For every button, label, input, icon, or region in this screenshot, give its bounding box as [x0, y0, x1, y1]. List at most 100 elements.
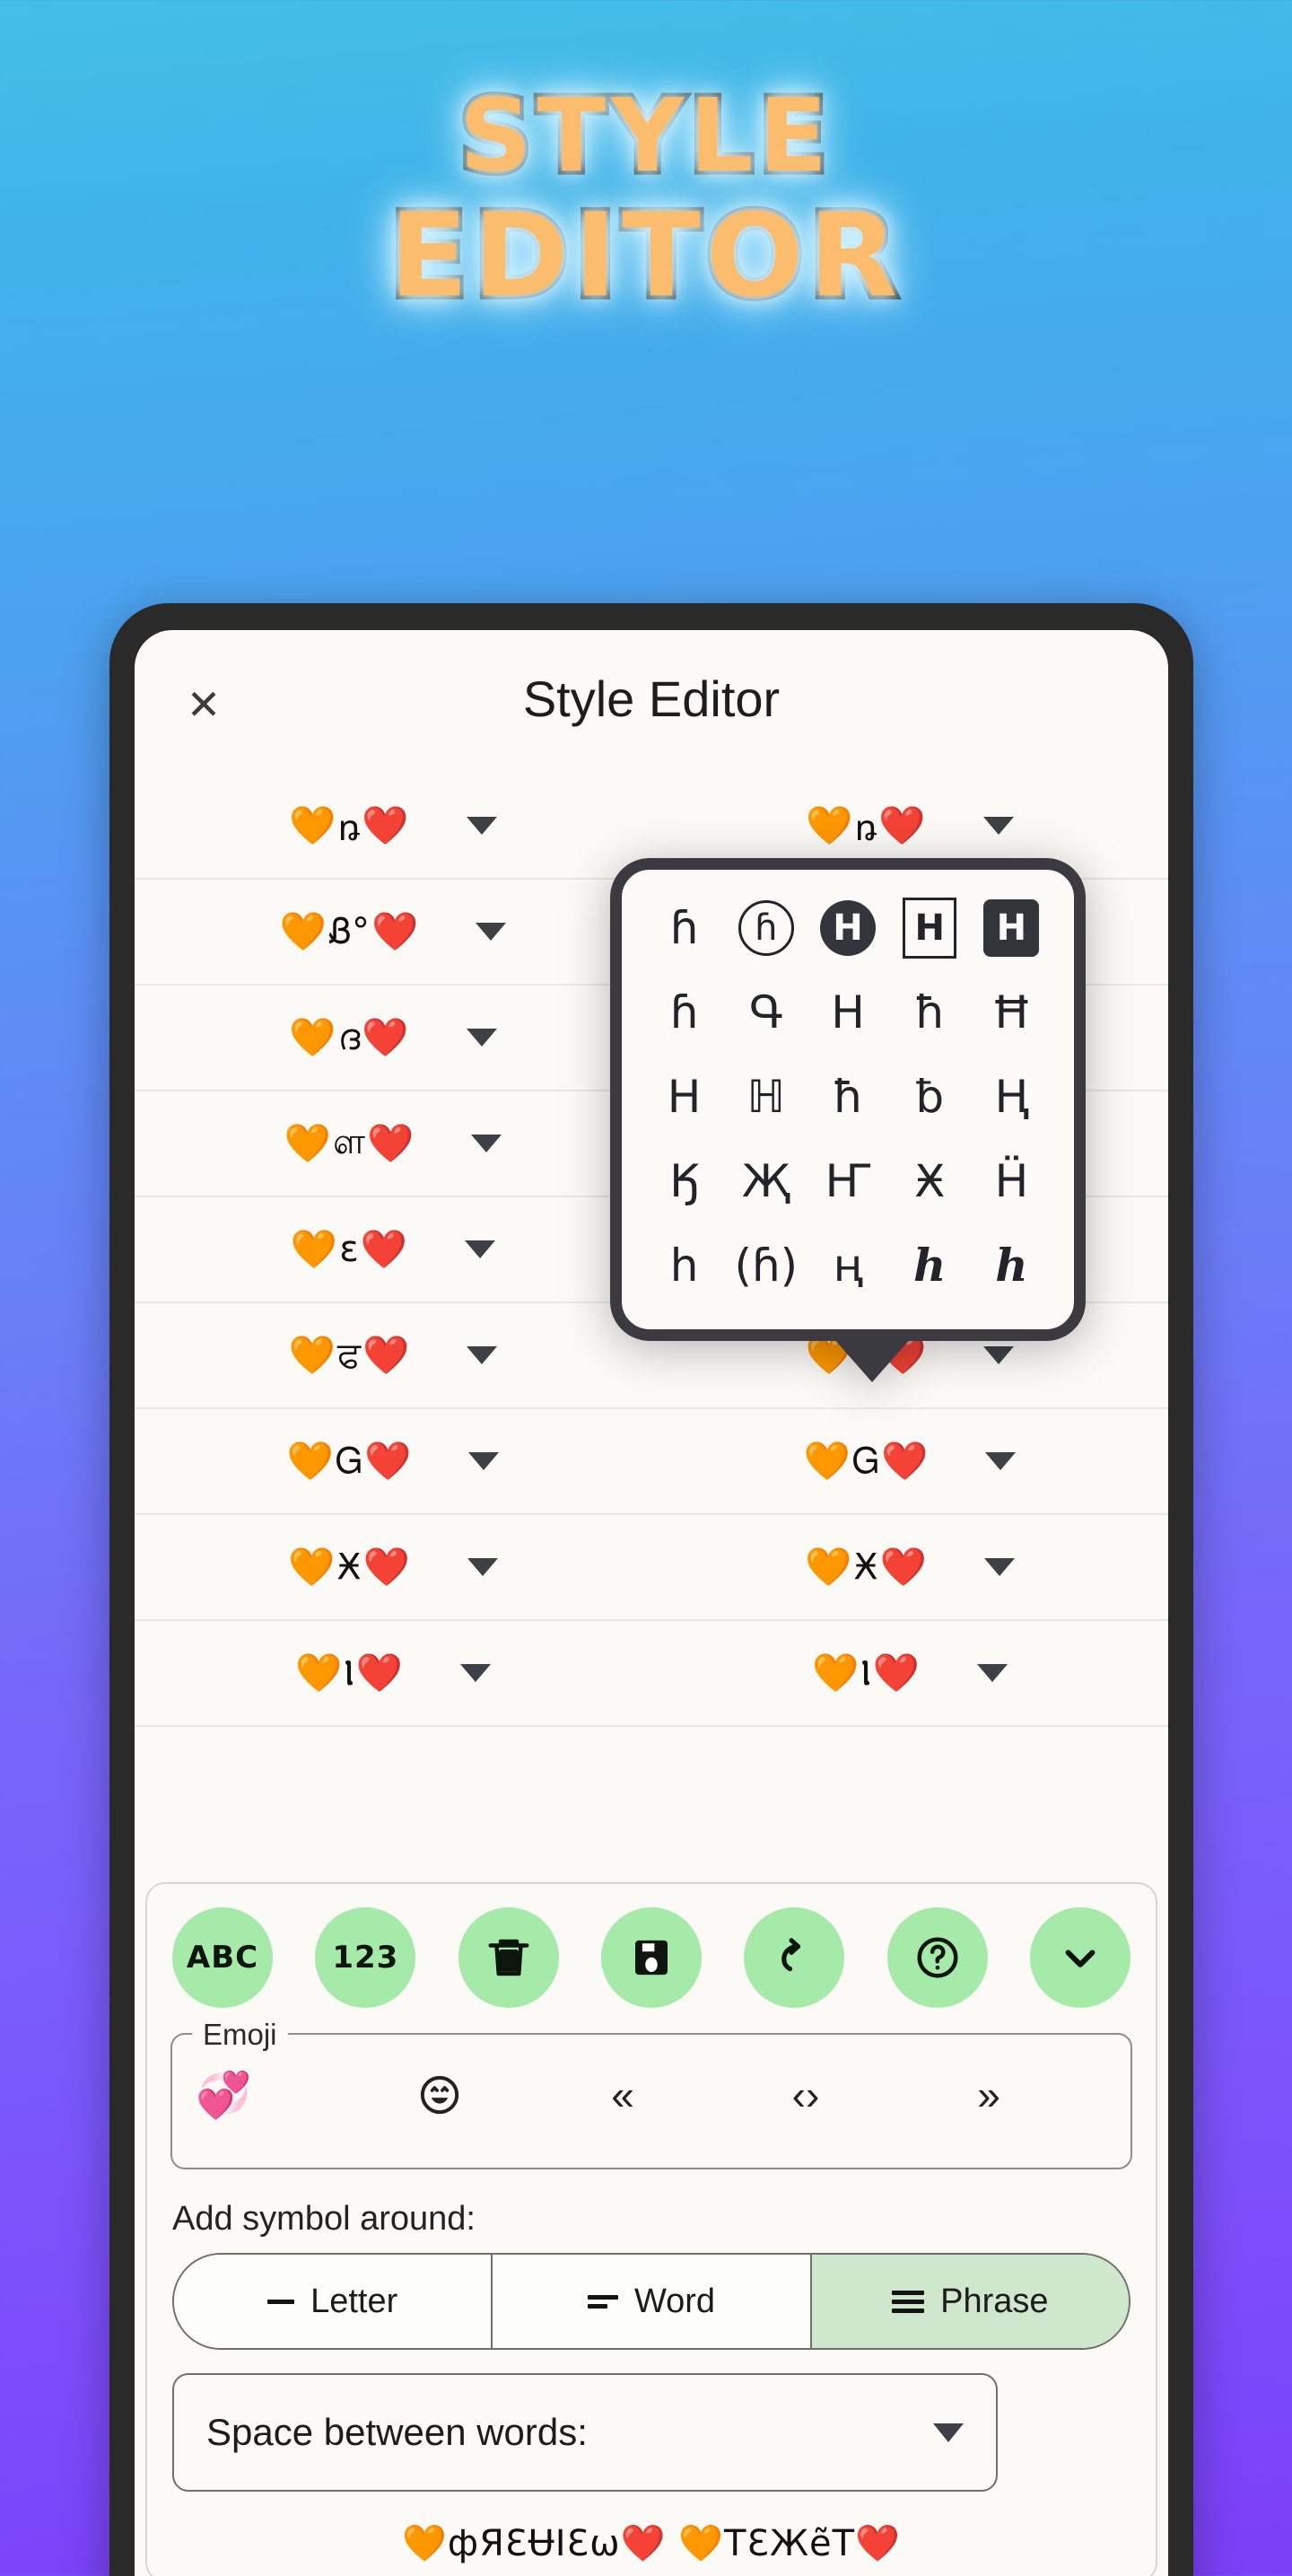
variant-glyph: H: [903, 898, 957, 959]
chevron-down-icon[interactable]: [468, 1452, 500, 1470]
variant-option[interactable]: ɦ: [725, 895, 807, 961]
styled-letter: Ӿ: [853, 1546, 878, 1588]
abc-button[interactable]: ABC: [172, 1907, 273, 2008]
help-button[interactable]: [886, 1907, 988, 2008]
styled-letter: ள: [332, 1120, 366, 1162]
variant-option[interactable]: ɦ: [643, 979, 725, 1046]
chevron-down-icon[interactable]: [466, 1029, 497, 1047]
undo-button[interactable]: [744, 1907, 845, 2008]
letter-style-item[interactable]: 🧡ദ❤️: [135, 986, 651, 1090]
variant-option[interactable]: Н: [807, 979, 888, 1046]
variant-option[interactable]: Ӄ: [643, 1148, 725, 1214]
save-button[interactable]: [600, 1907, 702, 2008]
variant-option[interactable]: h: [971, 1232, 1052, 1299]
letter-style-item[interactable]: 🧡 ꬻ ❤️: [135, 774, 651, 878]
orange-heart-icon: 🧡: [289, 1015, 336, 1059]
letter-preview: 🧡 Ӿ ❤️: [805, 1546, 927, 1588]
variant-option[interactable]: ƀ: [889, 1064, 971, 1130]
variant-option[interactable]: H: [971, 895, 1052, 961]
variant-option[interactable]: ң: [807, 1232, 888, 1299]
move-far-left-icon[interactable]: «: [590, 2071, 655, 2119]
move-far-right-icon[interactable]: »: [956, 2071, 1021, 2119]
undo-arrow-icon: [770, 1933, 818, 1982]
question-circle-icon: [913, 1933, 962, 1982]
variant-option[interactable]: h: [889, 1232, 971, 1299]
letter-preview: 🧡 Ⲓ ❤️: [812, 1652, 920, 1694]
chevron-down-icon[interactable]: [982, 817, 1014, 835]
hero-title-line-1: STYLE: [455, 78, 834, 195]
variant-option[interactable]: h: [643, 1232, 725, 1299]
text-123-icon: 123: [332, 1940, 399, 1976]
orange-heart-icon: 🧡: [288, 1545, 336, 1589]
segment-label: Phrase: [940, 2282, 1049, 2320]
variant-option[interactable]: Ħ: [971, 979, 1052, 1046]
red-heart-icon: ❤️: [879, 1545, 927, 1589]
variant-grid: ɦ ɦ H H Hɦ Գ Нħ Ħ H ℍħ ƀ Ң Ӄ Җ Ҥ Ӿ Ḧh (ɦ) ң h h: [643, 895, 1052, 1299]
variant-option[interactable]: ħ: [807, 1064, 888, 1130]
letter-preview: 🧡 Ⲓ ❤️: [295, 1652, 403, 1694]
chevron-down-icon[interactable]: [471, 1135, 502, 1152]
variant-option[interactable]: Ḧ: [971, 1148, 1052, 1214]
letter-style-item[interactable]: 🧡 ਫ ❤️: [135, 1303, 651, 1407]
letter-style-item[interactable]: 🧡Ᏸ°❤️: [135, 880, 651, 984]
variant-option[interactable]: (ɦ): [725, 1232, 807, 1299]
letter-style-item[interactable]: 🧡 Ⲓ ❤️: [135, 1621, 651, 1725]
orange-heart-icon: 🧡: [295, 1651, 343, 1695]
chevron-down-icon[interactable]: [985, 1452, 1017, 1470]
letter-style-item[interactable]: 🧡 Ⲓ ❤️: [651, 1621, 1168, 1725]
letter-style-item[interactable]: 🧡 Ӿ ❤️: [135, 1515, 651, 1619]
variant-option[interactable]: ħ: [889, 979, 971, 1046]
red-heart-icon: ❤️: [360, 1227, 408, 1271]
hero-title-line-2: EDITOR: [386, 189, 903, 324]
letter-preview: 🧡ε❤️: [291, 1229, 407, 1270]
letter-preview: 🧡Ᏸ°❤️: [280, 911, 419, 952]
segment-letter[interactable]: Letter: [174, 2255, 493, 2348]
variant-option[interactable]: Җ: [725, 1148, 807, 1214]
letter-style-item[interactable]: 🧡 Ꮐ ❤️: [651, 1409, 1168, 1513]
letter-preview: 🧡 ਫ ❤️: [289, 1335, 410, 1376]
variant-option[interactable]: H: [807, 895, 888, 961]
chevron-down-icon[interactable]: [466, 817, 497, 835]
letter-style-item[interactable]: 🧡ள❤️: [135, 1091, 651, 1196]
emoji-legend: Emoji: [192, 2018, 288, 2052]
segment-phrase[interactable]: Phrase: [811, 2255, 1129, 2348]
variant-option[interactable]: Ҥ: [807, 1148, 888, 1214]
chevron-down-icon[interactable]: [976, 1664, 1008, 1682]
numbers-button[interactable]: 123: [315, 1907, 416, 2008]
variant-popup-box: ɦ ɦ H H Hɦ Գ Нħ Ħ H ℍħ ƀ Ң Ӄ Җ Ҥ Ӿ Ḧh (ɦ) ң h h: [610, 858, 1086, 1341]
variant-option[interactable]: ℍ: [725, 1064, 807, 1130]
variant-option[interactable]: ɦ: [643, 895, 725, 961]
delete-button[interactable]: [458, 1907, 559, 2008]
emoji-picker-icon[interactable]: [407, 2072, 472, 2117]
chevron-down-icon[interactable]: [983, 1346, 1015, 1364]
letter-style-item[interactable]: 🧡 Ӿ ❤️: [651, 1515, 1168, 1619]
chevron-down-icon[interactable]: [476, 923, 507, 941]
letter-style-item[interactable]: 🧡 Ꮐ ❤️: [135, 1409, 651, 1513]
preview-text: 🧡фЯƐɄΙƐѡ❤️ 🧡ΤƐЖẽΤ❤️: [402, 2523, 901, 2564]
variant-popup: ɦ ɦ H H Hɦ Գ Нħ Ħ H ℍħ ƀ Ң Ӄ Җ Ҥ Ӿ Ḧh (ɦ) ң h h: [610, 858, 1086, 1382]
chevron-down-icon[interactable]: [467, 1558, 498, 1576]
app-header: ✕ Style Editor: [135, 630, 1168, 774]
variant-option[interactable]: Ң: [971, 1064, 1052, 1130]
variant-option[interactable]: H: [643, 1064, 725, 1130]
styled-letter: Ꮐ: [851, 1441, 880, 1482]
red-heart-icon: ❤️: [878, 803, 926, 847]
letter-row: 🧡 Ⲓ ❤️ 🧡 Ⲓ ❤️: [135, 1621, 1168, 1727]
segment-word[interactable]: Word: [493, 2255, 812, 2348]
letter-preview: 🧡 ꬻ ❤️: [289, 802, 408, 851]
collapse-button[interactable]: [1029, 1907, 1130, 2008]
styled-letter: ദ: [337, 1017, 361, 1058]
move-both-icon[interactable]: ‹›: [773, 2071, 838, 2119]
emoji-current-value[interactable]: 💞: [196, 2069, 348, 2122]
variant-option[interactable]: H: [889, 895, 971, 961]
letter-style-item[interactable]: 🧡ε❤️: [135, 1197, 651, 1301]
chevron-down-icon[interactable]: [465, 1240, 496, 1258]
variant-option[interactable]: Ӿ: [889, 1148, 971, 1214]
chevron-down-icon[interactable]: [467, 1346, 498, 1364]
variant-option[interactable]: Գ: [725, 979, 807, 1046]
styled-letter: ꬻ: [337, 807, 361, 849]
letter-preview: 🧡 Ꮐ ❤️: [287, 1441, 412, 1482]
chevron-down-icon[interactable]: [984, 1558, 1015, 1576]
chevron-down-icon[interactable]: [459, 1664, 491, 1682]
space-between-words-select[interactable]: Space between words:: [172, 2373, 998, 2492]
